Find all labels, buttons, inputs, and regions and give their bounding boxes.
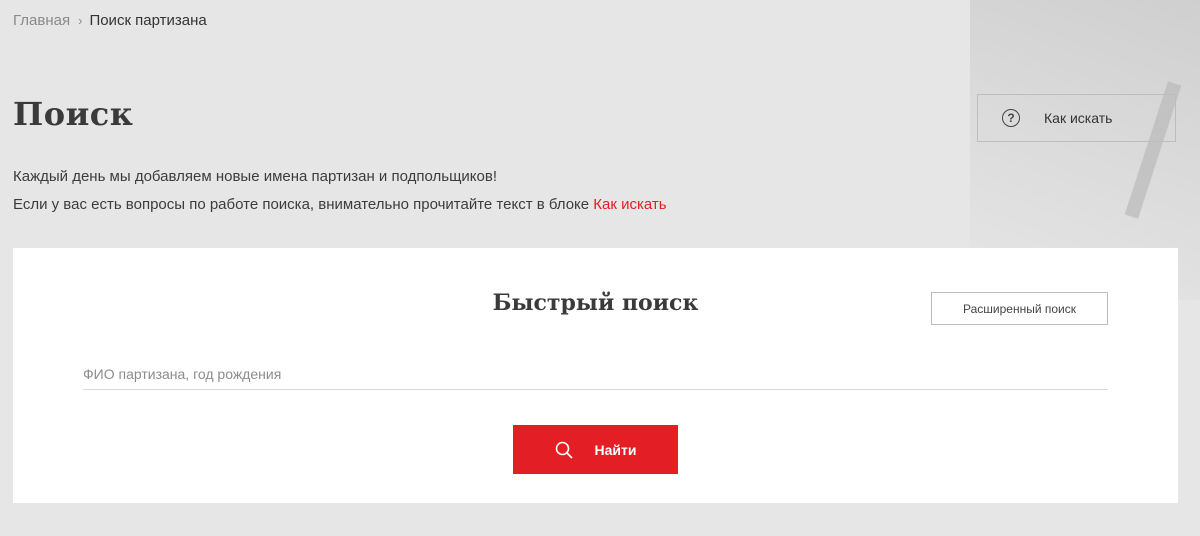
breadcrumb-home-link[interactable]: Главная [13,12,70,29]
advanced-search-button[interactable]: Расширенный поиск [931,292,1108,325]
intro-text: Каждый день мы добавляем новые имена пар… [13,163,667,219]
breadcrumb: Главная › Поиск партизана [13,12,207,29]
intro-line-1: Каждый день мы добавляем новые имена пар… [13,168,497,185]
how-to-search-button[interactable]: ? Как искать [977,94,1176,142]
how-to-search-label: Как искать [1044,110,1113,126]
search-icon [555,441,572,458]
find-button-label: Найти [594,441,637,458]
find-button[interactable]: Найти [513,425,678,474]
breadcrumb-separator-icon: › [78,13,83,28]
intro-line-2: Если у вас есть вопросы по работе поиска… [13,191,667,219]
page-title: Поиск [13,95,134,133]
breadcrumb-current: Поиск партизана [89,12,207,29]
question-circle-icon: ? [1002,109,1020,127]
quick-search-panel: Быстрый поиск Расширенный поиск Найти [13,248,1178,503]
intro-line-2-text: Если у вас есть вопросы по работе поиска… [13,196,590,213]
how-to-search-link[interactable]: Как искать [593,196,666,213]
search-input[interactable] [83,358,1108,390]
